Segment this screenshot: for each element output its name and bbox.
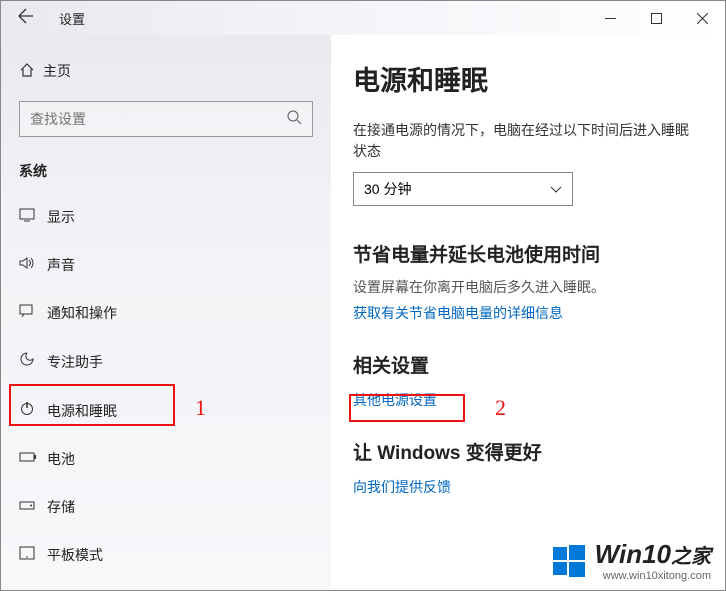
watermark-main: Win10 xyxy=(595,539,671,569)
related-settings-heading: 相关设置 xyxy=(353,351,697,378)
close-icon xyxy=(697,13,708,24)
sidebar-item-label: 显示 xyxy=(47,207,75,227)
back-button[interactable] xyxy=(1,8,51,29)
sidebar-item-label: 通知和操作 xyxy=(47,303,117,323)
better-windows-heading: 让 Windows 变得更好 xyxy=(353,438,697,465)
watermark-url: www.win10xitong.com xyxy=(595,570,711,582)
sidebar-item-battery[interactable]: 电池 xyxy=(1,435,331,483)
sound-icon xyxy=(19,256,47,275)
sidebar-item-tablet[interactable]: 平板模式 xyxy=(1,531,331,579)
sidebar-item-power[interactable]: 电源和睡眠 xyxy=(1,386,331,435)
window-title: 设置 xyxy=(59,9,85,28)
maximize-button[interactable] xyxy=(633,1,679,35)
sidebar-item-sound[interactable]: 声音 xyxy=(1,241,331,289)
plugged-description: 在接通电源的情况下，电脑在经过以下时间后进入睡眠状态 xyxy=(353,120,697,162)
content-pane: 电源和睡眠 在接通电源的情况下，电脑在经过以下时间后进入睡眠状态 30 分钟 节… xyxy=(331,35,725,590)
search-icon xyxy=(287,110,302,129)
sleep-time-select[interactable]: 30 分钟 xyxy=(353,172,573,206)
sidebar: 主页 系统 显示 声音 通知和操作 专注助手 电源和睡眠 xyxy=(1,35,331,590)
search-input[interactable] xyxy=(30,111,287,127)
other-power-settings-link[interactable]: 其他电源设置 xyxy=(353,390,437,410)
sleep-time-value: 30 分钟 xyxy=(364,179,411,199)
minimize-button[interactable] xyxy=(587,1,633,35)
windows-logo-icon xyxy=(551,543,587,579)
save-power-desc: 设置屏幕在你离开电脑后多久进入睡眠。 xyxy=(353,277,697,297)
arrow-left-icon xyxy=(18,8,34,24)
storage-icon xyxy=(19,498,47,516)
sidebar-item-focus[interactable]: 专注助手 xyxy=(1,337,331,386)
sidebar-item-display[interactable]: 显示 xyxy=(1,193,331,241)
annotation-marker-1: 1 xyxy=(195,395,206,421)
titlebar: 设置 xyxy=(1,1,725,35)
sidebar-home[interactable]: 主页 xyxy=(1,55,331,95)
sidebar-item-notifications[interactable]: 通知和操作 xyxy=(1,289,331,337)
sidebar-item-label: 专注助手 xyxy=(47,352,103,372)
watermark: Win10之家 www.win10xitong.com xyxy=(551,539,711,582)
sidebar-item-label: 电源和睡眠 xyxy=(47,401,117,421)
save-power-link[interactable]: 获取有关节省电脑电量的详细信息 xyxy=(353,303,563,323)
search-box[interactable] xyxy=(19,101,313,137)
close-button[interactable] xyxy=(679,1,725,35)
annotation-marker-2: 2 xyxy=(495,395,506,421)
sidebar-item-storage[interactable]: 存储 xyxy=(1,483,331,531)
battery-icon xyxy=(19,450,47,468)
home-icon xyxy=(19,62,43,81)
notifications-icon xyxy=(19,304,47,323)
page-heading: 电源和睡眠 xyxy=(353,59,697,98)
sidebar-item-label: 声音 xyxy=(47,255,75,275)
maximize-icon xyxy=(651,13,662,24)
minimize-icon xyxy=(605,13,616,24)
watermark-zh: 之家 xyxy=(671,546,711,568)
sidebar-item-label: 存储 xyxy=(47,497,75,517)
focus-icon xyxy=(19,351,47,372)
display-icon xyxy=(19,208,47,227)
chevron-down-icon xyxy=(550,181,562,197)
power-icon xyxy=(19,400,47,421)
save-power-heading: 节省电量并延长电池使用时间 xyxy=(353,240,697,267)
sidebar-home-label: 主页 xyxy=(43,61,71,81)
tablet-icon xyxy=(19,546,47,565)
sidebar-item-label: 平板模式 xyxy=(47,545,103,565)
sidebar-item-label: 电池 xyxy=(47,449,75,469)
sidebar-category: 系统 xyxy=(1,155,331,193)
feedback-link[interactable]: 向我们提供反馈 xyxy=(353,477,451,497)
